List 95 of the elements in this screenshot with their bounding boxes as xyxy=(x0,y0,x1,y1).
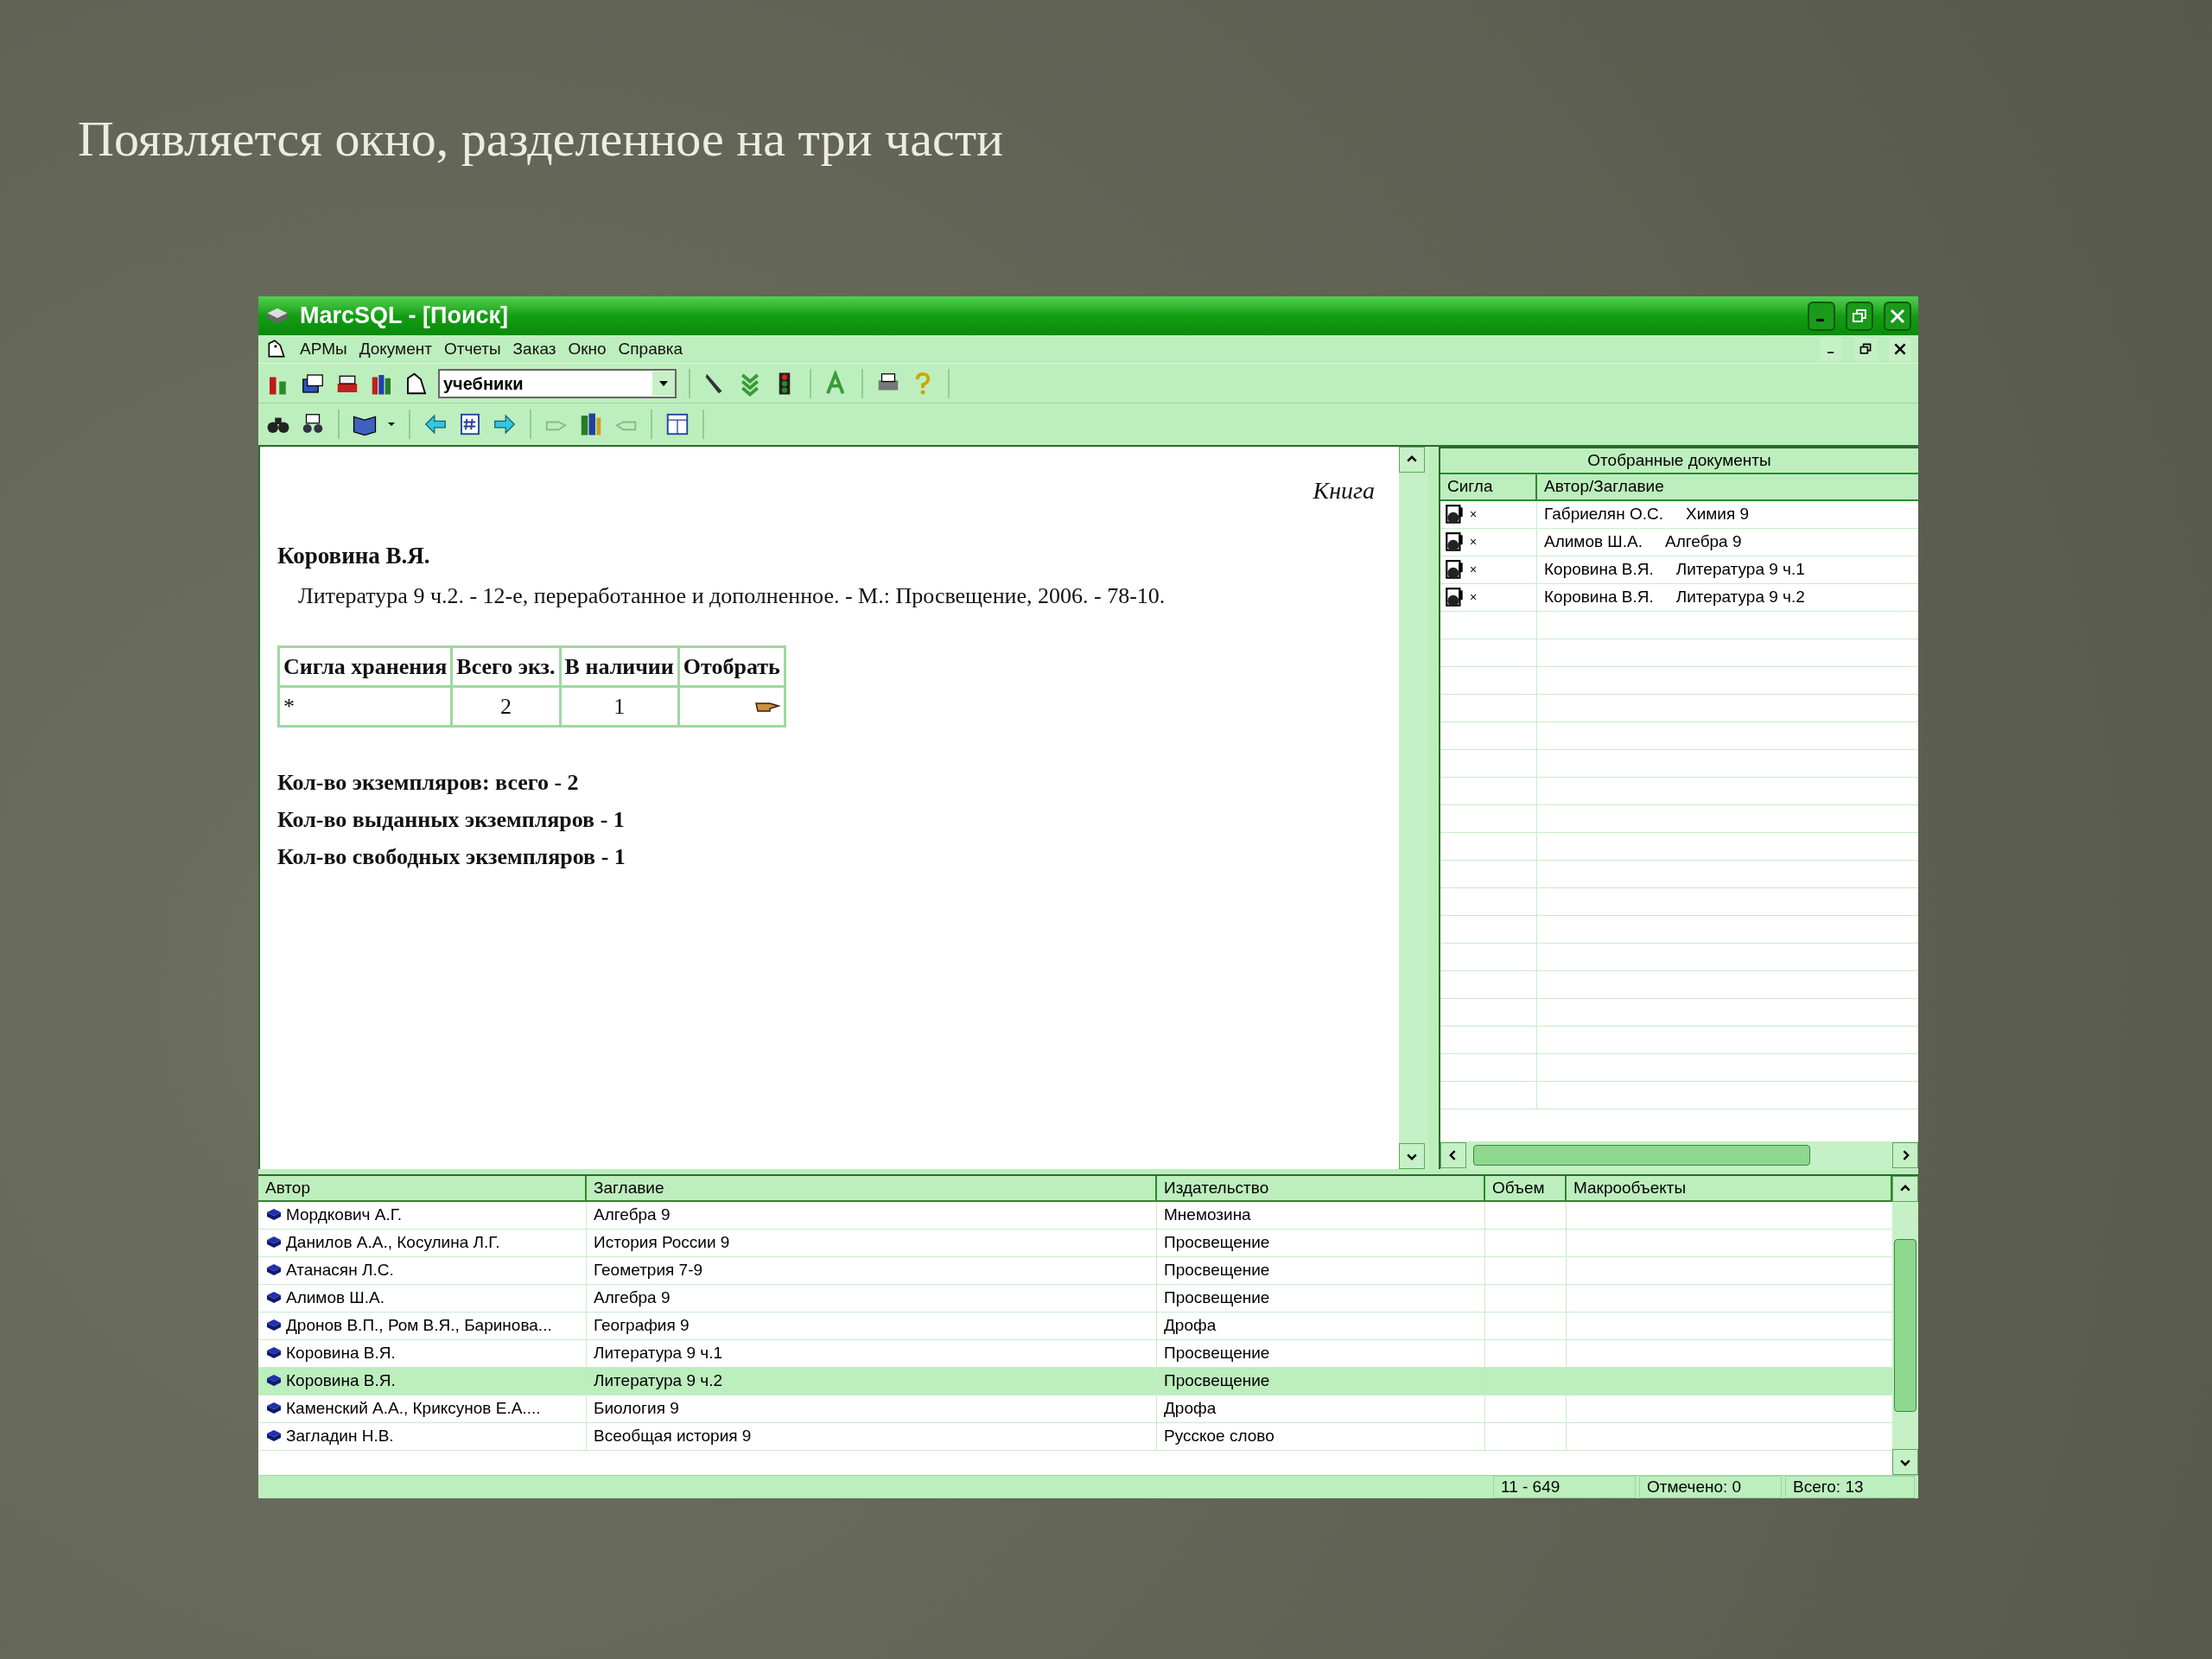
dropdown-caret-icon xyxy=(658,378,670,388)
scroll-up-button[interactable] xyxy=(1399,447,1425,473)
table-cell-text: Каменский А.А., Криксунов Е.А.... xyxy=(286,1398,541,1420)
table-cell-text: Русское слово xyxy=(1164,1426,1274,1447)
table-cell: 2 xyxy=(451,686,561,726)
status-field: Отмечено: 0 xyxy=(1639,1476,1782,1498)
book-author: Коровина В.Я. xyxy=(277,542,431,570)
sigla-mark: × xyxy=(1470,562,1478,578)
table-cell-text: История России 9 xyxy=(594,1232,730,1254)
menu-item[interactable]: Документ xyxy=(359,336,432,362)
result-row[interactable]: Каменский А.А., Криксунов Е.А.... Биология 9 Дрофа xyxy=(258,1395,1892,1423)
table-cell-text: Дрофа xyxy=(1164,1398,1217,1420)
table-cell-text: Просвещение xyxy=(1164,1260,1270,1281)
menu-item[interactable]: Справка xyxy=(618,336,683,362)
scroll-right-button[interactable] xyxy=(1892,1142,1918,1168)
result-row[interactable]: Загладин Н.В. Всеобщая история 9 Русское слово xyxy=(258,1423,1892,1451)
table-cell-text: Геометрия 7-9 xyxy=(594,1260,703,1281)
table-cell-text: Алимов Ш.А. xyxy=(1544,531,1643,553)
table-cell-text: Данилов А.А., Косулина Л.Г. xyxy=(286,1232,500,1254)
sigla-mark: × xyxy=(1470,589,1478,606)
close-icon[interactable] xyxy=(1884,301,1911,331)
table-cell-text: Мнемозина xyxy=(1164,1205,1251,1226)
result-row[interactable]: Атанасян Л.С. Геометрия 7-9 Просвещение xyxy=(258,1257,1892,1285)
copies-summary: Кол-во экземпляров: всего - 2 xyxy=(277,768,580,797)
table-cell-text: Просвещение xyxy=(1164,1370,1270,1392)
column-header[interactable]: Объем xyxy=(1485,1176,1567,1200)
table-cell-text: Дрофа xyxy=(1164,1315,1217,1337)
table-cell-text: Алгебра 9 xyxy=(1665,531,1742,553)
book-description: Литература 9 ч.2. - 12-е, переработанное и дополненное. - М.: Просвещение, 2006. - 78-10. xyxy=(297,582,1166,610)
result-row[interactable]: Алимов Ш.А. Алгебра 9 Просвещение xyxy=(258,1285,1892,1313)
result-row[interactable]: Мордкович А.Г. Алгебра 9 Мнемозина xyxy=(258,1202,1892,1230)
scroll-down-button[interactable] xyxy=(1892,1449,1918,1475)
column-header: Отобрать xyxy=(678,646,785,686)
table-cell-text: Атанасян Л.С. xyxy=(286,1260,394,1281)
slide-title: Появляется окно, разделенное на три части xyxy=(78,110,1005,168)
table-cell-text: Дронов В.П., Ром В.Я., Баринова... xyxy=(286,1315,552,1337)
table-cell-text: Просвещение xyxy=(1164,1343,1270,1364)
column-header: В наличии xyxy=(560,646,679,686)
column-header: Всего экз. xyxy=(451,646,561,686)
table-cell-text: Литература 9 ч.2 xyxy=(1675,587,1805,608)
menu-item[interactable]: Окно xyxy=(568,336,607,362)
menu-item[interactable]: АРМы xyxy=(300,336,347,362)
scrollbar-thumb[interactable] xyxy=(1473,1145,1810,1166)
column-header[interactable]: Издательство xyxy=(1157,1176,1485,1200)
status-field: Всего: 13 xyxy=(1785,1476,1915,1498)
restore-icon[interactable] xyxy=(1846,301,1873,331)
result-row[interactable]: Дронов В.П., Ром В.Я., Баринова... География 9 Дрофа xyxy=(258,1313,1892,1340)
table-cell-text: География 9 xyxy=(594,1315,690,1337)
table-cell-text: Просвещение xyxy=(1164,1232,1270,1254)
scroll-left-button[interactable] xyxy=(1440,1142,1466,1168)
window-title: MarcSQL - [Поиск] xyxy=(300,302,509,331)
table-cell-text: Биология 9 xyxy=(594,1398,679,1420)
table-cell-text: Мордкович А.Г. xyxy=(286,1205,402,1226)
menu-item[interactable]: Отчеты xyxy=(443,336,501,362)
table-cell-text: Литература 9 ч.1 xyxy=(594,1343,723,1364)
table-cell-text: Коровина В.Я. xyxy=(286,1370,396,1392)
restore-icon[interactable] xyxy=(1854,338,1877,360)
table-cell-text: Всеобщая история 9 xyxy=(594,1426,752,1447)
table-cell-text: Химия 9 xyxy=(1686,504,1750,525)
scrollbar-thumb[interactable] xyxy=(1894,1239,1916,1412)
scroll-down-button[interactable] xyxy=(1399,1143,1425,1169)
table-cell-text: Коровина В.Я. xyxy=(1544,559,1654,581)
table-cell-text: Алгебра 9 xyxy=(594,1287,671,1309)
table-cell-text: Литература 9 ч.2 xyxy=(594,1370,723,1392)
sigla-mark: × xyxy=(1470,534,1478,550)
result-row[interactable]: Коровина В.Я. Литература 9 ч.2 Просвещение xyxy=(258,1368,1892,1395)
copies-summary: Кол-во выданных экземпляров - 1 xyxy=(277,805,626,834)
column-header[interactable]: Заглавие xyxy=(587,1176,1157,1200)
close-icon[interactable] xyxy=(1889,338,1911,360)
copies-summary: Кол-во свободных экземпляров - 1 xyxy=(277,842,626,871)
table-cell-text: Габриелян О.С. xyxy=(1544,504,1663,525)
column-header: Сигла xyxy=(1440,474,1537,499)
menu-item[interactable]: Заказ xyxy=(512,336,556,362)
minimize-icon[interactable] xyxy=(1808,301,1835,331)
result-row[interactable]: Коровина В.Я. Литература 9 ч.1 Просвещение xyxy=(258,1340,1892,1368)
table-icon[interactable] xyxy=(664,411,690,437)
column-header[interactable]: Автор xyxy=(258,1176,587,1200)
column-header: Автор/Заглавие xyxy=(1543,476,1665,498)
caret-icon[interactable] xyxy=(386,420,397,429)
table-cell: 1 xyxy=(560,686,679,726)
status-field: 11 - 649 xyxy=(1493,1476,1636,1498)
sigla-mark: × xyxy=(1470,506,1478,523)
table-cell-text: Алгебра 9 xyxy=(594,1205,671,1226)
table-cell-text: Загладин Н.В. xyxy=(286,1426,394,1447)
table-cell-text: Литература 9 ч.1 xyxy=(1675,559,1805,581)
table-cell-text: Коровина В.Я. xyxy=(286,1343,396,1364)
search-combo[interactable]: учебники xyxy=(438,368,677,398)
table-cell: * xyxy=(278,686,452,726)
result-row[interactable]: Данилов А.А., Косулина Л.Г. История России 9 Просвещение xyxy=(258,1230,1892,1257)
table-cell-text: Алимов Ш.А. xyxy=(286,1287,385,1309)
document-type-label: Книга xyxy=(1313,476,1375,505)
table-cell-text: Просвещение xyxy=(1164,1287,1270,1309)
column-header: Сигла хранения xyxy=(278,646,452,686)
scroll-up-button[interactable] xyxy=(1892,1176,1918,1202)
table-cell-text: Коровина В.Я. xyxy=(1544,587,1654,608)
